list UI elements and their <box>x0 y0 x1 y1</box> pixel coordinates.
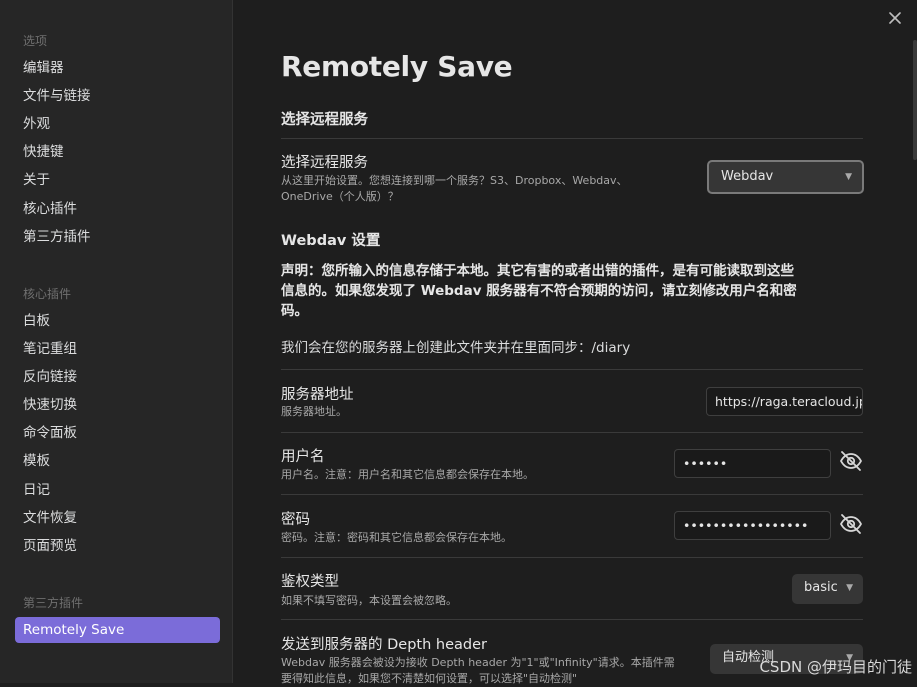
sidebar-item-editor[interactable]: 编辑器 <box>15 55 220 81</box>
sidebar-item-remotely-save[interactable]: Remotely Save <box>15 617 220 643</box>
sidebar-item-community-plugins[interactable]: 第三方插件 <box>15 224 220 250</box>
setting-desc-password: 密码。注意：密码和其它信息都会保存在本地。 <box>281 531 512 544</box>
chevron-down-icon: ▼ <box>845 172 852 182</box>
setting-name-username: 用户名 <box>281 449 325 465</box>
sidebar-item-core-plugins[interactable]: 核心插件 <box>15 196 220 222</box>
scrollbar[interactable] <box>913 40 917 160</box>
divider <box>281 557 863 558</box>
setting-name-depth-header: 发送到服务器的 Depth header <box>281 637 487 653</box>
warning-line-2: 信息的。如果您发现了 Webdav 服务器有不符合预期的访问，请立刻修改用户名和… <box>281 283 797 299</box>
watermark: CSDN @伊玛目的门徒 <box>759 658 912 676</box>
setting-name-remote-service: 选择远程服务 <box>281 155 368 171</box>
server-address-input[interactable]: https://raga.teracloud.jp/ <box>706 387 863 416</box>
setting-name-auth-type: 鉴权类型 <box>281 574 339 590</box>
settings-content: Remotely Save 选择远程服务 选择远程服务 从这里开始设置。您想连接… <box>233 0 917 685</box>
password-input[interactable]: ••••••••••••••••• <box>674 511 831 540</box>
sidebar-item-about[interactable]: 关于 <box>15 167 220 193</box>
sidebar-item-note-composer[interactable]: 笔记重组 <box>15 336 220 362</box>
remote-service-value: Webdav <box>721 169 774 184</box>
sidebar-item-daily-notes[interactable]: 日记 <box>15 477 220 503</box>
section-heading-webdav: Webdav 设置 <box>281 233 381 249</box>
close-icon <box>889 12 901 24</box>
sidebar-item-command-palette[interactable]: 命令面板 <box>15 420 220 446</box>
warning-line-3: 码。 <box>281 303 308 319</box>
sidebar-item-appearance[interactable]: 外观 <box>15 111 220 137</box>
setting-desc-remote-service-1: 从这里开始设置。您想连接到哪一个服务？S3、Dropbox、Webdav、 <box>281 174 628 187</box>
sidebar-group-title-community: 第三方插件 <box>23 596 84 610</box>
setting-desc-depth-header-2: 要得知此信息，如果您不清楚如何设置，可以选择"自动检测" <box>281 672 578 685</box>
divider <box>281 494 863 495</box>
divider <box>281 432 863 433</box>
page-title: Remotely Save <box>281 50 513 83</box>
sidebar-item-files-links[interactable]: 文件与链接 <box>15 83 220 109</box>
sidebar-group-title-core: 核心插件 <box>23 287 72 301</box>
divider <box>281 138 863 139</box>
sidebar-group-title-options: 选项 <box>23 34 48 48</box>
setting-desc-remote-service-2: OneDrive（个人版）？ <box>281 190 399 203</box>
folder-note: 我们会在您的服务器上创建此文件夹并在里面同步：/diary <box>281 340 631 356</box>
sidebar-item-hotkeys[interactable]: 快捷键 <box>15 139 220 165</box>
setting-desc-server: 服务器地址。 <box>281 405 347 418</box>
settings-sidebar: 选项 编辑器 文件与链接 外观 快捷键 关于 核心插件 第三方插件 核心插件 白… <box>0 0 233 683</box>
warning-line-1: 声明：您所输入的信息存储于本地。其它有害的或者出错的插件，是有可能读取到这些 <box>281 263 794 279</box>
setting-name-server: 服务器地址 <box>281 387 354 403</box>
close-button[interactable] <box>885 8 905 28</box>
divider <box>281 369 863 370</box>
eye-off-icon[interactable] <box>839 449 863 473</box>
eye-off-icon[interactable] <box>839 512 863 536</box>
divider <box>281 619 863 620</box>
sidebar-item-page-preview[interactable]: 页面预览 <box>15 533 220 559</box>
sidebar-item-templates[interactable]: 模板 <box>15 448 220 474</box>
sidebar-item-canvas[interactable]: 白板 <box>15 308 220 334</box>
sidebar-item-file-recovery[interactable]: 文件恢复 <box>15 505 220 531</box>
setting-name-password: 密码 <box>281 512 310 528</box>
auth-type-value: basic <box>804 580 838 595</box>
setting-desc-auth-type: 如果不填写密码，本设置会被忽略。 <box>281 594 457 607</box>
setting-desc-username: 用户名。注意：用户名和其它信息都会保存在本地。 <box>281 468 534 481</box>
sidebar-item-quick-switcher[interactable]: 快速切换 <box>15 392 220 418</box>
section-heading-remote: 选择远程服务 <box>281 112 368 128</box>
sidebar-item-backlinks[interactable]: 反向链接 <box>15 364 220 390</box>
remote-service-select[interactable]: Webdav ▼ <box>707 160 864 194</box>
username-input[interactable]: •••••• <box>674 449 831 478</box>
auth-type-select[interactable]: basic ▼ <box>792 574 863 604</box>
setting-desc-depth-header-1: Webdav 服务器会被设为接收 Depth header 为"1"或"Infi… <box>281 656 675 669</box>
chevron-down-icon: ▼ <box>846 583 853 593</box>
